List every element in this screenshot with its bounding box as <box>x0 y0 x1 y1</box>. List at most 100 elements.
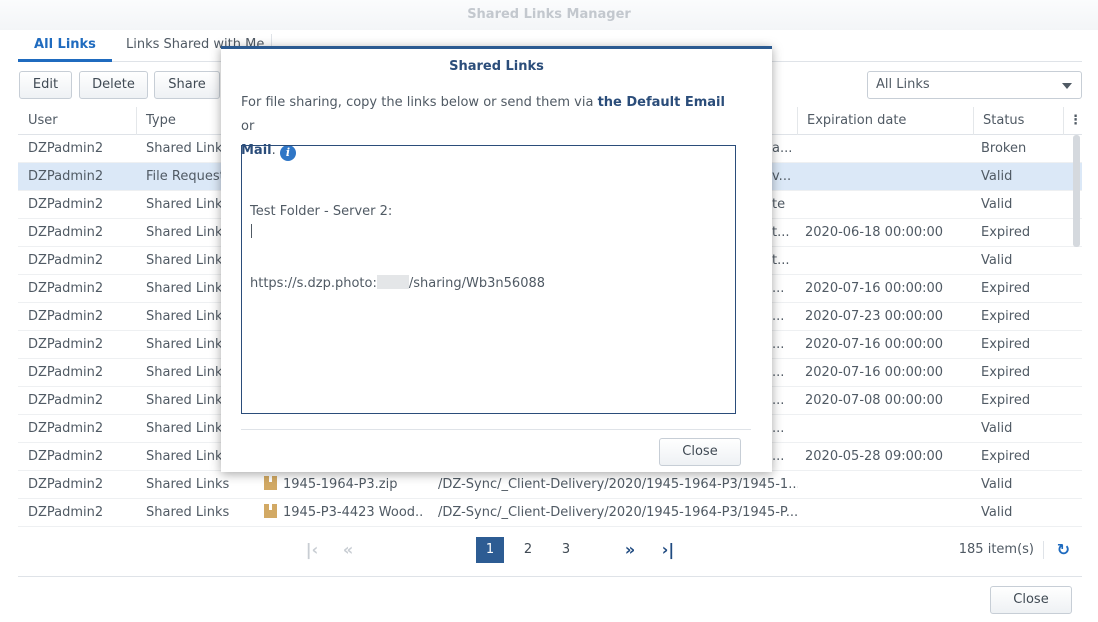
page-2-button[interactable]: 2 <box>514 537 542 563</box>
cell-status: Expired <box>981 309 1031 324</box>
cell-type: Shared Links <box>146 337 226 352</box>
column-header-expiration[interactable]: Expiration date <box>797 107 973 135</box>
table-row[interactable]: DZPadmin2 Shared Links 1945-P3-4423 Wood… <box>18 499 1082 527</box>
cell-status: Expired <box>981 281 1031 296</box>
window-title: Shared Links Manager <box>0 0 1098 30</box>
link-filter-value: All Links <box>876 77 930 92</box>
cell-expiration <box>795 471 971 499</box>
pager-divider <box>1043 541 1044 559</box>
cell-status: Expired <box>981 365 1031 380</box>
column-header-status[interactable]: Status <box>973 107 1063 135</box>
zip-file-icon <box>264 504 277 518</box>
column-menu-icon[interactable]: ⋮ <box>1063 107 1082 135</box>
dialog-divider <box>241 429 751 430</box>
cell-user: DZPadmin2 <box>28 337 104 352</box>
cell-type: Shared Links <box>146 393 226 408</box>
tab-all-links[interactable]: All Links <box>18 30 112 62</box>
cell-type: Shared Links <box>146 309 226 324</box>
cell-type: Shared Links <box>146 281 226 296</box>
links-textarea[interactable]: Test Folder - Server 2: https://s.dzp.ph… <box>241 145 736 414</box>
cell-type: Shared Links <box>146 225 226 240</box>
cell-expiration: 2020-06-18 00:00:00 <box>805 225 944 240</box>
cell-status: Valid <box>981 197 1013 212</box>
cell-user: DZPadmin2 <box>28 141 104 156</box>
cell-type: Shared Links <box>146 141 226 156</box>
cell-name: 1945-P3-4423 Wood... <box>254 499 424 527</box>
cell-status: Broken <box>981 141 1027 156</box>
cell-name-text: 1945-P3-4423 Wood... <box>283 505 424 520</box>
link-folder-label: Test Folder - Server 2: <box>250 204 393 219</box>
cell-expiration: 2020-07-16 00:00:00 <box>805 365 944 380</box>
link-url: https://s.dzp.photo: /sharing/Wb3n56088 <box>250 272 727 296</box>
cell-user: DZPadmin2 <box>28 309 104 324</box>
next-page-button[interactable]: » <box>618 537 642 563</box>
pagination-bar: |‹ « 1 2 3 » ›| 185 item(s) ↻ <box>18 535 1082 563</box>
cell-user: DZPadmin2 <box>28 505 104 520</box>
close-button[interactable]: Close <box>990 586 1072 614</box>
cell-user: DZPadmin2 <box>28 253 104 268</box>
cell-user: DZPadmin2 <box>28 449 104 464</box>
refresh-icon[interactable]: ↻ <box>1057 537 1070 563</box>
zip-file-icon <box>264 476 277 490</box>
cell-expiration <box>795 499 971 527</box>
cell-expiration <box>795 191 971 219</box>
last-page-button[interactable]: ›| <box>656 537 680 563</box>
delete-button[interactable]: Delete <box>79 71 148 99</box>
cell-expiration <box>795 163 971 191</box>
text-cursor <box>251 224 252 238</box>
cell-type: File Request <box>146 169 225 184</box>
cell-type: Shared Links <box>146 365 226 380</box>
cell-status: Valid <box>981 169 1013 184</box>
link-filter-select[interactable]: All Links <box>867 71 1082 99</box>
link-url-suffix: /sharing/Wb3n56088 <box>408 276 546 291</box>
cell-expiration: 2020-07-16 00:00:00 <box>805 337 944 352</box>
cell-status: Valid <box>981 505 1013 520</box>
cell-type: Shared Links <box>146 421 226 436</box>
cell-type: Shared Links <box>146 477 230 492</box>
cell-expiration <box>795 247 971 275</box>
share-button[interactable]: Share <box>154 71 220 99</box>
cell-user: DZPadmin2 <box>28 281 104 296</box>
page-1-button[interactable]: 1 <box>476 537 504 563</box>
cell-path: /DZ-Sync/_Client-Delivery/2020/1945-1964… <box>438 477 798 492</box>
shared-links-dialog: Shared Links For file sharing, copy the … <box>221 46 772 472</box>
cell-expiration: 2020-07-08 00:00:00 <box>805 393 944 408</box>
cell-type: Shared Links <box>146 253 226 268</box>
desc-or: or <box>241 119 255 134</box>
page-3-button[interactable]: 3 <box>552 537 580 563</box>
cell-user: DZPadmin2 <box>28 421 104 436</box>
item-count: 185 item(s) <box>958 542 1034 557</box>
table-row[interactable]: DZPadmin2 Shared Links 1945-1964-P3.zip … <box>18 471 1082 499</box>
cell-name-text: 1945-1964-P3.zip <box>283 477 398 492</box>
dialog-close-button[interactable]: Close <box>659 438 741 466</box>
chevron-down-icon <box>1062 83 1072 89</box>
cell-status: Valid <box>981 477 1013 492</box>
redacted-port <box>376 275 409 289</box>
desc-text: For file sharing, copy the links below o… <box>241 95 598 110</box>
cell-type: Shared Links <box>146 505 230 520</box>
column-header-user[interactable]: User <box>18 107 136 135</box>
cell-expiration <box>795 135 971 163</box>
first-page-button[interactable]: |‹ <box>300 537 324 563</box>
cell-user: DZPadmin2 <box>28 169 104 184</box>
cell-status: Expired <box>981 337 1031 352</box>
default-email-link[interactable]: the Default Email <box>598 95 725 110</box>
prev-page-button[interactable]: « <box>336 537 360 563</box>
cell-type: Shared Links <box>146 197 226 212</box>
cell-name: 1945-1964-P3.zip <box>254 471 424 499</box>
cell-user: DZPadmin2 <box>28 197 104 212</box>
cell-status: Expired <box>981 449 1031 464</box>
cell-expiration: 2020-07-23 00:00:00 <box>805 309 944 324</box>
cell-user: DZPadmin2 <box>28 225 104 240</box>
cell-expiration: 2020-07-16 00:00:00 <box>805 281 944 296</box>
cell-status: Expired <box>981 393 1031 408</box>
cell-user: DZPadmin2 <box>28 477 104 492</box>
cell-user: DZPadmin2 <box>28 365 104 380</box>
grid-scrollbar[interactable] <box>1073 135 1080 247</box>
cell-status: Valid <box>981 421 1013 436</box>
cell-status: Expired <box>981 225 1031 240</box>
cell-type: Shared Links <box>146 449 226 464</box>
edit-button[interactable]: Edit <box>19 71 72 99</box>
footer-divider <box>18 576 1082 577</box>
dialog-title: Shared Links <box>449 59 544 74</box>
